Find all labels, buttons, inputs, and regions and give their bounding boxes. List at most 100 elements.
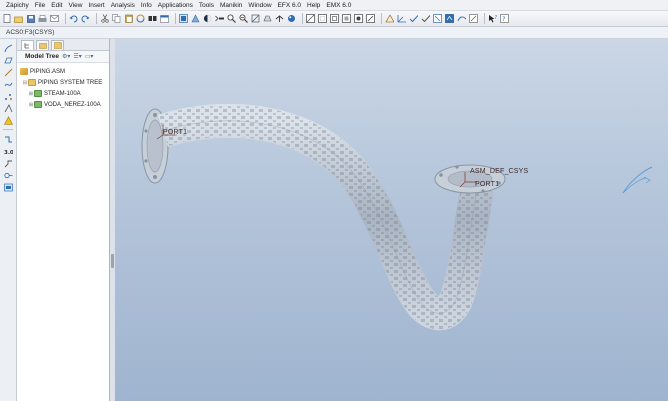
route-icon[interactable] [3,134,13,144]
filter-icon[interactable]: ☰▾ [73,53,81,60]
tree-item-piping-asm[interactable]: PIPING.ASM [17,66,109,77]
line-icon[interactable] [3,67,13,77]
fitting-icon[interactable] [3,158,13,168]
annotations-icon[interactable] [457,14,466,23]
shade-icon[interactable] [179,14,188,23]
model-tree-header: Model Tree ⚙▾ ☰▾ ▭▾ [17,51,109,63]
csys-icon[interactable] [397,14,406,23]
zoom-out-icon[interactable] [227,14,236,23]
menu-analysis[interactable]: Analysis [108,2,138,9]
toolbar-separator [175,13,176,24]
zoom-in-icon[interactable] [215,14,224,23]
menu-edit[interactable]: Edit [48,2,65,9]
menu-tools[interactable]: Tools [196,2,217,9]
assembly-icon [20,68,28,75]
tree-item-piping-system-tree[interactable]: ⊟ PIPING SYSTEM TREE [17,77,109,88]
menu-window[interactable]: Window [245,2,274,9]
sketch-icon[interactable] [3,43,13,53]
new-icon[interactable] [2,14,11,23]
left-toolbar-separator [3,129,13,130]
pipeline-icon [34,90,42,97]
context-help-icon[interactable]: ? [500,14,509,23]
toolbar-separator [484,13,485,24]
folder-icon [28,79,36,86]
datum-planes-icon[interactable] [354,14,363,23]
warning-icon[interactable] [3,115,13,125]
refit-icon[interactable] [239,14,248,23]
point-icon[interactable] [3,91,13,101]
annotations-icon[interactable] [409,14,418,23]
menu-applications[interactable]: Applications [155,2,196,9]
repaint-icon[interactable] [191,14,200,23]
left-toolbar: 3.0 [0,39,17,401]
save-icon[interactable] [26,14,35,23]
regenerate-icon[interactable] [136,14,145,23]
find-icon[interactable] [148,14,157,23]
toolbar-separator [65,13,66,24]
menu-info[interactable]: Info [138,2,155,9]
annotations-icon[interactable] [445,14,454,23]
appearance-icon[interactable] [287,14,296,23]
navigator-tabs [17,39,109,51]
saved-views-icon[interactable] [263,14,272,23]
folder-browser-tab[interactable] [36,40,49,50]
settings-icon[interactable]: ⚙▾ [62,53,70,60]
toolbar-separator [96,13,97,24]
svg-text:?: ? [495,15,498,21]
menu-bar: Zápichy File Edit View Insert Analysis I… [0,0,668,11]
annotations-icon[interactable] [469,14,478,23]
favorites-tab[interactable] [51,40,64,50]
layers-icon[interactable] [275,14,284,23]
print-icon[interactable] [38,14,47,23]
curve-icon[interactable] [3,79,13,89]
reorient-icon[interactable] [251,14,260,23]
shading-icon[interactable] [342,14,351,23]
datum-axes-icon[interactable] [366,14,375,23]
menu-efx[interactable]: EFX 6.0 [275,2,304,9]
email-icon[interactable] [50,14,59,23]
active-csys-label: ACS0:F3(CSYS) [6,29,55,36]
model-tree-tab[interactable] [21,40,34,50]
context-help-icon[interactable]: ? [488,14,497,23]
axis-icon[interactable] [3,103,13,113]
menu-insert[interactable]: Insert [85,2,107,9]
datum-points-icon[interactable] [385,14,394,23]
menu-file[interactable]: File [32,2,48,9]
window-icon[interactable] [160,14,169,23]
no-hidden-icon[interactable] [330,14,339,23]
splitter-grip[interactable] [111,254,114,268]
cut-icon[interactable] [100,14,109,23]
wireframe-icon[interactable] [306,14,315,23]
annotations-icon[interactable] [433,14,442,23]
copy-icon[interactable] [112,14,121,23]
port1-label: PORT1 [163,129,188,136]
open-icon[interactable] [14,14,23,23]
dimension-icon[interactable]: 3.0 [3,146,13,156]
paste-icon[interactable] [124,14,133,23]
menu-emx[interactable]: EMX 6.0 [323,2,354,9]
annotations-icon[interactable] [421,14,430,23]
redo-icon[interactable] [81,14,90,23]
graphics-viewport[interactable]: PORT1 ASM_DEF_CSYS PORT1 [115,39,668,401]
spin-center-icon[interactable] [203,14,212,23]
menu-manikin[interactable]: Manikin [217,2,245,9]
pipe-info-icon[interactable] [3,182,13,192]
arc-icon[interactable] [3,55,13,65]
flange-icon[interactable] [3,170,13,180]
model-tree: PIPING.ASM ⊟ PIPING SYSTEM TREE ⊞ STEAM-… [17,63,109,110]
active-csys-bar: ACS0:F3(CSYS) [0,27,668,39]
model-tree-title: Model Tree [25,53,59,60]
undo-icon[interactable] [69,14,78,23]
menu-view[interactable]: View [65,2,85,9]
svg-text:3.0: 3.0 [4,150,13,156]
pipe-model[interactable] [115,39,668,401]
menu-help[interactable]: Help [304,2,323,9]
hidden-line-icon[interactable] [318,14,327,23]
view-triad[interactable] [622,166,653,194]
menu-zapichy[interactable]: Zápichy [3,2,32,9]
tree-item-voda-nerez-100a[interactable]: ⊞ VODA_NEREZ-100A [17,99,109,110]
main-toolbar: ? ? [0,11,668,27]
tree-item-steam-100a[interactable]: ⊞ STEAM-100A [17,88,109,99]
show-icon[interactable]: ▭▾ [85,53,94,60]
toolbar-separator [381,13,382,24]
